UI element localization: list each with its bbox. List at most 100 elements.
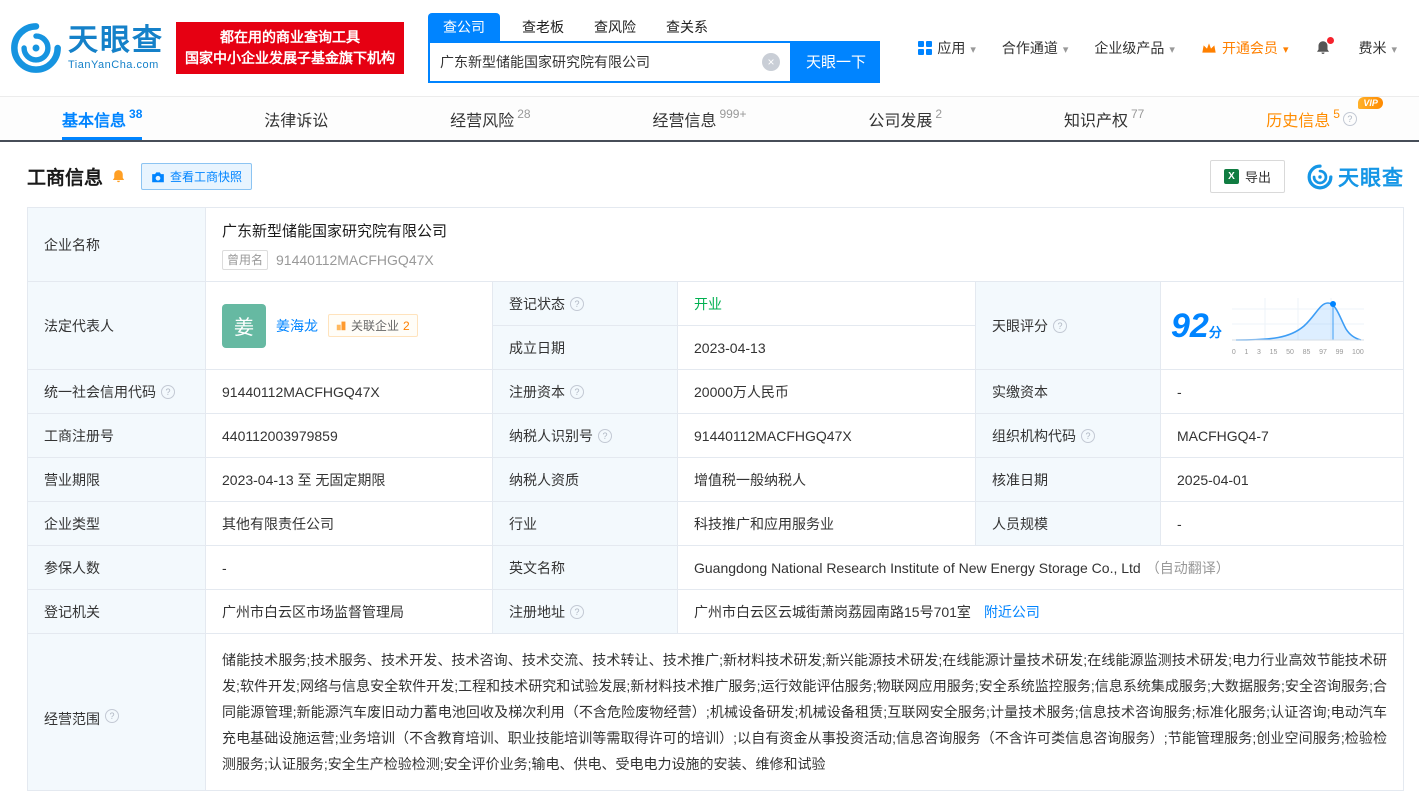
field-value-org-code: MACFHGQ4-7 [1161,414,1404,458]
chevron-down-icon [1169,40,1175,56]
nav-apps[interactable]: 应用 [918,38,976,58]
score-curve-chart: 0131550859799100 [1232,296,1364,356]
field-label-approval-date: 核准日期 [976,458,1161,502]
field-label-industry: 行业 [493,502,678,546]
excel-icon [1224,169,1239,184]
field-value-address: 广州市白云区云城街萧岗荔园南路15号701室 附近公司 [678,590,1404,634]
chevron-down-icon [970,40,976,56]
nav-user-account[interactable]: 费米 [1358,38,1397,58]
field-label-score: 天眼评分 [976,282,1161,370]
help-icon[interactable] [1081,429,1095,443]
legal-rep-link[interactable]: 姜海龙 [276,316,318,336]
field-value-reg-number: 440112003979859 [206,414,493,458]
nav-partner[interactable]: 合作通道 [1002,38,1069,58]
field-label-reg-authority: 登记机关 [28,590,206,634]
chevron-down-icon [1283,40,1289,56]
field-value-approval-date: 2025-04-01 [1161,458,1404,502]
related-companies-badge[interactable]: 关联企业 2 [328,314,418,337]
search-tabs: 查公司 查老板 查风险 查关系 [428,14,880,41]
field-label-org-code: 组织机构代码 [976,414,1161,458]
chevron-down-icon [1063,40,1069,56]
tab-intellectual-property[interactable]: 知识产权 77 [1064,97,1144,140]
help-icon[interactable] [570,605,584,619]
field-value-paid-capital: - [1161,370,1404,414]
field-label-company-type: 企业类型 [28,502,206,546]
field-value-credit-code: 91440112MACFHGQ47X [206,370,493,414]
search-tab-risk[interactable]: 查风险 [594,13,636,41]
help-icon[interactable] [598,429,612,443]
field-label-english-name: 英文名称 [493,546,678,590]
field-value-business-scope: 储能技术服务;技术服务、技术开发、技术咨询、技术交流、技术转让、技术推广;新材料… [206,634,1404,791]
field-label-taxpayer-quality: 纳税人资质 [493,458,678,502]
apps-grid-icon [918,41,932,55]
field-label-credit-code: 统一社会信用代码 [28,370,206,414]
search-input[interactable] [430,54,762,70]
tab-company-development[interactable]: 公司发展 2 [868,97,942,140]
notification-bell[interactable] [1314,39,1332,57]
field-label-reg-number: 工商注册号 [28,414,206,458]
section-title: 工商信息 [27,163,103,190]
score-chart-axis: 0131550859799100 [1232,349,1364,356]
tab-history-info[interactable]: 历史信息 5 VIP [1266,97,1357,140]
tab-count: 28 [517,107,530,121]
search-button[interactable]: 天眼一下 [792,41,880,83]
search-tab-relation[interactable]: 查关系 [666,13,708,41]
search-tab-company[interactable]: 查公司 [428,13,500,41]
field-value-score: 92分 0131550859799100 [1161,282,1404,370]
help-icon[interactable] [1343,112,1357,126]
nav-enterprise[interactable]: 企业级产品 [1094,38,1175,58]
section-header: 工商信息 查看工商快照 导出 天眼查 [0,142,1419,205]
header: 天眼查 TianYanCha.com 都在用的商业查询工具 国家中小企业发展子基… [0,0,1419,96]
tab-count: 5 [1333,107,1340,121]
legal-rep-avatar[interactable]: 姜 [222,304,266,348]
field-label-established: 成立日期 [493,326,678,370]
field-value-company-name: 广东新型储能国家研究院有限公司 曾用名 91440112MACFHGQ47X [206,208,1404,282]
vip-badge: VIP [1358,97,1383,109]
tab-business-risk[interactable]: 经营风险 28 [450,97,530,140]
search-tab-boss[interactable]: 查老板 [522,13,564,41]
clear-search-icon[interactable] [762,53,780,71]
business-info-table: 企业名称 广东新型储能国家研究院有限公司 曾用名 91440112MACFHGQ… [27,207,1404,791]
tab-legal-lawsuits[interactable]: 法律诉讼 [264,97,328,140]
tianyancha-logo[interactable]: 天眼查 TianYanCha.com [10,22,164,74]
field-label-paid-capital: 实缴资本 [976,370,1161,414]
brand-slogan-banner: 都在用的商业查询工具 国家中小企业发展子基金旗下机构 [176,22,404,74]
field-value-taxpayer-id: 91440112MACFHGQ47X [678,414,976,458]
field-label-insured: 参保人数 [28,546,206,590]
status-open: 开业 [694,294,722,314]
export-button[interactable]: 导出 [1210,160,1285,193]
field-value-established: 2023-04-13 [678,326,976,370]
tab-business-info[interactable]: 经营信息 999+ [652,97,746,140]
tab-basic-info[interactable]: 基本信息 38 [62,97,142,140]
tab-count: 999+ [719,107,746,121]
field-value-company-type: 其他有限责任公司 [206,502,493,546]
field-value-reg-authority: 广州市白云区市场监督管理局 [206,590,493,634]
snapshot-button[interactable]: 查看工商快照 [141,163,252,190]
related-count: 2 [403,319,410,333]
field-label-reg-capital: 注册资本 [493,370,678,414]
camera-icon [151,171,165,183]
company-tabbar: 基本信息 38 法律诉讼 经营风险 28 经营信息 999+ 公司发展 2 知识… [0,96,1419,142]
former-name-tag: 曾用名 [222,250,268,270]
nav-vip-upgrade[interactable]: 开通会员 [1201,38,1289,58]
search-box: 天眼一下 [428,41,880,83]
help-icon[interactable] [570,385,584,399]
nearby-companies-link[interactable]: 附近公司 [984,602,1040,622]
help-icon[interactable] [1053,319,1067,333]
auto-translate-note: （自动翻译） [1146,558,1230,578]
watermark-logo: 天眼查 [1307,162,1404,192]
help-icon[interactable] [570,297,584,311]
logo-icon [1307,164,1333,190]
slogan-line-1: 都在用的商业查询工具 [185,27,395,48]
help-icon[interactable] [161,385,175,399]
slogan-line-2: 国家中小企业发展子基金旗下机构 [185,48,395,69]
field-value-staff-size: - [1161,502,1404,546]
company-name: 广东新型储能国家研究院有限公司 [222,220,1387,241]
alert-bell-icon[interactable] [110,168,127,185]
help-icon[interactable] [105,709,119,723]
field-value-reg-status: 开业 [678,282,976,326]
tab-count: 38 [129,107,142,121]
field-value-taxpayer-quality: 增值税一般纳税人 [678,458,976,502]
field-value-industry: 科技推广和应用服务业 [678,502,976,546]
watermark-text: 天眼查 [1338,162,1404,192]
